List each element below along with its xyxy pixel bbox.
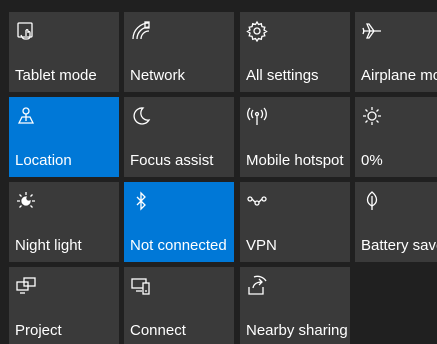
tile-battery-saver[interactable]: Battery save	[355, 182, 437, 262]
tile-night-light[interactable]: Night light	[9, 182, 119, 262]
tile-project[interactable]: Project	[9, 267, 119, 344]
tile-network[interactable]: Network	[124, 12, 234, 92]
tile-mobile-hotspot[interactable]: Mobile hotspot	[240, 97, 350, 177]
tile-tablet-mode[interactable]: Tablet mode	[9, 12, 119, 92]
brightness-icon	[361, 105, 383, 127]
moon-icon	[130, 105, 152, 127]
connect-icon	[130, 275, 152, 297]
tile-label: Night light	[15, 237, 82, 254]
tile-label: Network	[130, 67, 186, 84]
tile-bluetooth[interactable]: Not connected	[124, 182, 234, 262]
tile-label: 0%	[361, 152, 383, 169]
location-icon	[15, 105, 37, 127]
tile-focus-assist[interactable]: Focus assist	[124, 97, 234, 177]
tile-location[interactable]: Location	[9, 97, 119, 177]
tile-airplane-mode[interactable]: Airplane mo	[355, 12, 437, 92]
project-icon	[15, 275, 37, 297]
night-light-icon	[15, 190, 37, 212]
tile-label: Mobile hotspot	[246, 152, 344, 169]
battery-saver-icon	[361, 190, 383, 212]
tile-all-settings[interactable]: All settings	[240, 12, 350, 92]
tile-label: Focus assist	[130, 152, 214, 169]
tile-label: VPN	[246, 237, 277, 254]
tile-vpn[interactable]: VPN	[240, 182, 350, 262]
airplane-icon	[361, 20, 383, 42]
network-icon	[130, 20, 152, 42]
bluetooth-icon	[130, 190, 152, 212]
tile-label: Connect	[130, 322, 186, 339]
tile-nearby-sharing[interactable]: Nearby sharing	[240, 267, 350, 344]
nearby-sharing-icon	[246, 275, 268, 297]
tile-label: Airplane mo	[361, 67, 437, 84]
tile-label: Not connected	[130, 237, 227, 254]
tile-label: Battery save	[361, 237, 437, 254]
vpn-icon	[246, 190, 268, 212]
hotspot-icon	[246, 105, 268, 127]
tile-connect[interactable]: Connect	[124, 267, 234, 344]
tile-label: Project	[15, 322, 62, 339]
tile-brightness[interactable]: 0%	[355, 97, 437, 177]
tile-label: Nearby sharing	[246, 322, 348, 339]
quick-actions-panel: Tablet mode Network All settings Airplan…	[0, 0, 437, 344]
tile-label: All settings	[246, 67, 319, 84]
tile-label: Tablet mode	[15, 67, 97, 84]
gear-icon	[246, 20, 268, 42]
tablet-mode-icon	[15, 20, 37, 42]
tile-label: Location	[15, 152, 72, 169]
